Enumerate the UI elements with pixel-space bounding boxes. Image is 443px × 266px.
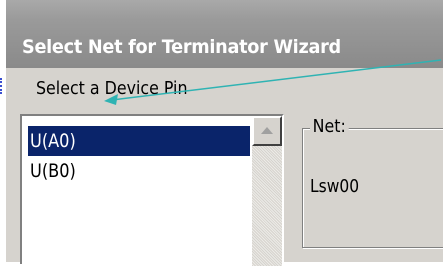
net-groupbox-legend: Net: (310, 116, 349, 137)
triangle-up-icon (261, 127, 273, 134)
list-item-selected[interactable]: U(A0) (28, 126, 250, 156)
net-value: Lsw00 (310, 176, 360, 197)
title-bar[interactable]: Select Net for Terminator Wizard (6, 0, 443, 68)
dotted-marker (0, 78, 4, 94)
scroll-up-button[interactable] (252, 116, 282, 146)
list-item-label: U(B0) (30, 160, 76, 182)
list-item[interactable]: U(B0) (28, 156, 250, 186)
device-pin-listbox[interactable]: U(A0) U(B0) (20, 114, 284, 266)
device-pin-label: Select a Device Pin (36, 78, 188, 99)
list-item-label: U(A0) (30, 130, 76, 152)
vertical-scrollbar[interactable] (252, 116, 282, 266)
window-title: Select Net for Terminator Wizard (22, 36, 341, 58)
